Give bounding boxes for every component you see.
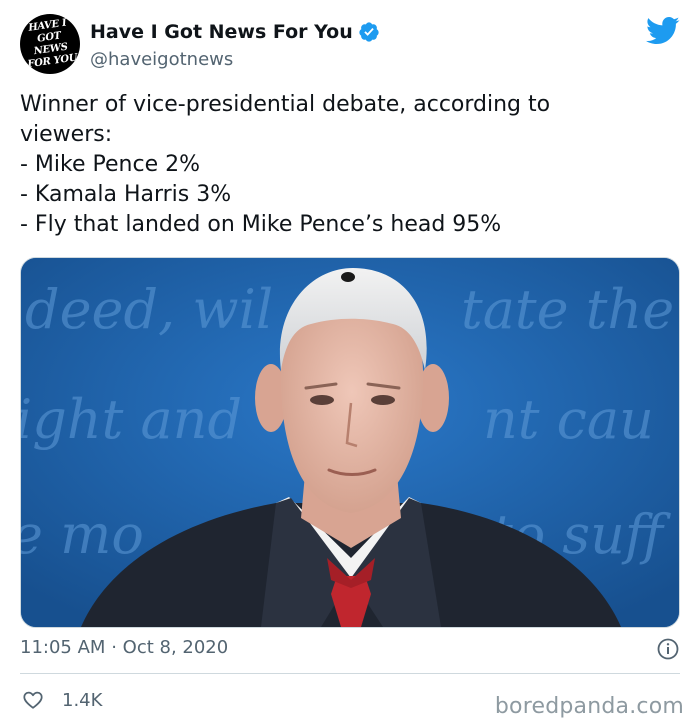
tweet-date: Oct 8, 2020 — [122, 637, 229, 658]
tweet-time: 11:05 AM — [20, 637, 106, 658]
tweet-line: viewers: — [20, 122, 113, 147]
verified-badge-icon — [359, 22, 379, 42]
timestamp-separator: · — [111, 637, 117, 658]
tweet-line: Winner of vice-presidential debate, acco… — [20, 92, 551, 117]
info-icon[interactable] — [656, 637, 680, 661]
display-name[interactable]: Have I Got News For You — [90, 21, 353, 43]
boredpanda-watermark: boredpanda.com — [494, 694, 684, 719]
name-row: Have I Got News For You — [90, 21, 380, 43]
backdrop-word: deed, wil — [25, 278, 273, 341]
like-button[interactable]: 1.4K — [22, 689, 102, 711]
heart-outline-icon — [23, 691, 43, 709]
tweet-timestamp[interactable]: 11:05 AM · Oct 8, 2020 — [20, 637, 228, 658]
tweet-line: - Kamala Harris 3% — [20, 182, 232, 207]
backdrop-word: e mo — [21, 503, 144, 566]
twitter-bird-icon[interactable] — [646, 16, 680, 46]
debate-photo-illustration: deed, wil tate the ight and nt cau e mo … — [21, 258, 679, 627]
backdrop-word: ight and — [21, 388, 242, 451]
tweet-photo[interactable]: deed, wil tate the ight and nt cau e mo … — [20, 257, 680, 628]
tweet-line: - Fly that landed on Mike Pence’s head 9… — [20, 212, 502, 237]
tweet-line: - Mike Pence 2% — [20, 152, 200, 177]
tweet-text: Winner of vice-presidential debate, acco… — [20, 90, 660, 240]
backdrop-word: tate the — [461, 278, 674, 341]
tweet-header: HAVE I GOT NEWS FOR YOU Have I Got News … — [20, 14, 680, 76]
backdrop-word: nt cau — [483, 388, 654, 451]
divider — [20, 673, 680, 674]
avatar[interactable]: HAVE I GOT NEWS FOR YOU — [20, 14, 80, 74]
account-handle[interactable]: @haveigotnews — [90, 49, 233, 70]
like-count: 1.4K — [62, 689, 103, 711]
